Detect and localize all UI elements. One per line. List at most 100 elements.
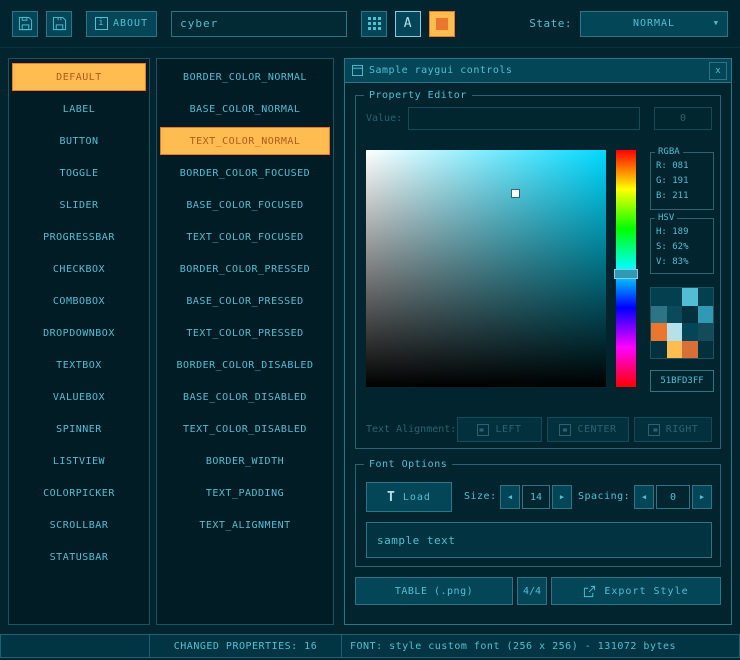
controls-list-item[interactable]: TOGGLE	[12, 159, 146, 187]
hex-value-box[interactable]: 51BFD3FF	[650, 370, 714, 392]
hue-slider[interactable]	[616, 150, 636, 387]
properties-list-item[interactable]: BASE_COLOR_FOCUSED	[160, 191, 330, 219]
export-style-button[interactable]: Export Style	[551, 577, 721, 605]
window-icon	[352, 65, 363, 76]
table-view-button[interactable]	[361, 11, 387, 37]
controls-list-item[interactable]: STATUSBAR	[12, 543, 146, 571]
controls-list-item[interactable]: SCROLLBAR	[12, 511, 146, 539]
font-load-button[interactable]: T Load	[366, 482, 452, 512]
hsv-rows: H: 189 S: 62% V: 83%	[651, 219, 713, 270]
properties-list-item[interactable]: TEXT_COLOR_FOCUSED	[160, 223, 330, 251]
font-icon: A	[404, 16, 413, 31]
about-button[interactable]: i ABOUT	[86, 11, 157, 37]
properties-list-item[interactable]: BORDER_COLOR_DISABLED	[160, 351, 330, 379]
spacing-value[interactable]: 0	[656, 485, 690, 509]
properties-list-item[interactable]: TEXT_COLOR_DISABLED	[160, 415, 330, 443]
controls-list-item[interactable]: COLORPICKER	[12, 479, 146, 507]
spacing-spinner: ◀ 0 ▶	[634, 485, 712, 509]
properties-list-item[interactable]: BASE_COLOR_DISABLED	[160, 383, 330, 411]
palette-swatch[interactable]	[651, 323, 667, 341]
style-name-input[interactable]	[171, 11, 347, 37]
font-options-group: Font Options T Load Size: ◀ 14 ▶ Spacing…	[355, 464, 721, 567]
export-format-combobox[interactable]: TABLE (.png)	[355, 577, 513, 605]
align-left-button[interactable]: LEFT	[457, 417, 542, 442]
palette-swatch[interactable]	[667, 341, 683, 359]
export-format-index[interactable]: 4/4	[517, 577, 547, 605]
palette-swatch[interactable]	[698, 341, 714, 359]
palette-swatch[interactable]	[667, 323, 683, 341]
palette-swatch[interactable]	[651, 288, 667, 306]
palette-swatch[interactable]	[698, 323, 714, 341]
controls-list-item[interactable]: DROPDOWNBOX	[12, 319, 146, 347]
palette-swatch[interactable]	[682, 323, 698, 341]
about-label: ABOUT	[113, 18, 148, 29]
align-right-button[interactable]: RIGHT	[634, 417, 712, 442]
spacing-decrease-button[interactable]: ◀	[634, 485, 654, 509]
spacing-increase-button[interactable]: ▶	[692, 485, 712, 509]
size-increase-button[interactable]: ▶	[552, 485, 572, 509]
save-as-icon	[52, 16, 67, 31]
properties-list: BORDER_COLOR_NORMAL BASE_COLOR_NORMAL TE…	[156, 58, 334, 625]
size-decrease-button[interactable]: ◀	[500, 485, 520, 509]
controls-list-item[interactable]: BUTTON	[12, 127, 146, 155]
font-view-button[interactable]: A	[395, 11, 421, 37]
controls-list-item[interactable]: PROGRESSBAR	[12, 223, 146, 251]
close-button[interactable]: x	[709, 62, 727, 80]
controls-list-item[interactable]: SPINNER	[12, 415, 146, 443]
controls-list-item[interactable]: DEFAULT	[12, 63, 146, 91]
properties-list-item[interactable]: TEXT_COLOR_PRESSED	[160, 319, 330, 347]
color-picker-panel[interactable]	[366, 150, 606, 387]
properties-list-item[interactable]: TEXT_PADDING	[160, 479, 330, 507]
style-color-palette	[650, 287, 714, 359]
properties-list-item[interactable]: BASE_COLOR_PRESSED	[160, 287, 330, 315]
palette-swatch[interactable]	[667, 306, 683, 324]
hsv-label: HSV	[655, 213, 677, 224]
controls-list-item[interactable]: CHECKBOX	[12, 255, 146, 283]
properties-list-item[interactable]: TEXT_ALIGNMENT	[160, 511, 330, 539]
toolbar: i ABOUT A State: NORMAL ▼	[0, 0, 740, 48]
save-style-button[interactable]	[12, 11, 38, 37]
value-box[interactable]: 0	[654, 107, 712, 130]
palette-swatch[interactable]	[667, 288, 683, 306]
palette-swatch[interactable]	[682, 306, 698, 324]
palette-swatch[interactable]	[651, 306, 667, 324]
palette-swatch[interactable]	[698, 288, 714, 306]
window-titlebar: Sample raygui controls x	[345, 59, 731, 83]
properties-list-item[interactable]: BORDER_COLOR_PRESSED	[160, 255, 330, 283]
controls-list-item[interactable]: LISTVIEW	[12, 447, 146, 475]
text-alignment-label: Text Alignment:	[366, 417, 458, 442]
align-center-button[interactable]: CENTER	[547, 417, 629, 442]
controls-list-item[interactable]: VALUEBOX	[12, 383, 146, 411]
palette-swatch[interactable]	[651, 341, 667, 359]
palette-swatch[interactable]	[682, 341, 698, 359]
info-icon: i	[95, 17, 108, 30]
window-title: Sample raygui controls	[369, 65, 512, 76]
controls-list-item[interactable]: LABEL	[12, 95, 146, 123]
value-input[interactable]	[408, 107, 640, 130]
properties-list-item[interactable]: TEXT_COLOR_NORMAL	[160, 127, 330, 155]
properties-list-item[interactable]: BASE_COLOR_NORMAL	[160, 95, 330, 123]
controls-list-item[interactable]: COMBOBOX	[12, 287, 146, 315]
statusbar-left	[0, 634, 150, 658]
palette-swatch[interactable]	[698, 306, 714, 324]
properties-list-item[interactable]: BORDER_WIDTH	[160, 447, 330, 475]
font-options-label: Font Options	[364, 458, 452, 471]
sample-text-box[interactable]: sample text	[366, 522, 712, 558]
palette-swatch[interactable]	[682, 288, 698, 306]
color-swatch-icon	[436, 18, 448, 30]
chevron-down-icon: ▼	[714, 20, 719, 27]
save-style-as-button[interactable]	[46, 11, 72, 37]
state-dropdown[interactable]: NORMAL ▼	[580, 11, 728, 37]
controls-list-item[interactable]: SLIDER	[12, 191, 146, 219]
statusbar-font-info: FONT: style custom font (256 x 256) - 13…	[341, 634, 740, 658]
properties-list-item[interactable]: BORDER_COLOR_FOCUSED	[160, 159, 330, 187]
size-value[interactable]: 14	[522, 485, 550, 509]
rgba-label: RGBA	[655, 147, 683, 158]
color-mode-button[interactable]	[429, 11, 455, 37]
color-picker-cursor[interactable]	[512, 190, 519, 197]
hsv-value-value: V: 83%	[651, 255, 713, 270]
properties-list-item[interactable]: BORDER_COLOR_NORMAL	[160, 63, 330, 91]
controls-list-item[interactable]: TEXTBOX	[12, 351, 146, 379]
statusbar-changed-properties: CHANGED PROPERTIES: 16	[149, 634, 342, 658]
hue-slider-handle[interactable]	[614, 269, 638, 279]
